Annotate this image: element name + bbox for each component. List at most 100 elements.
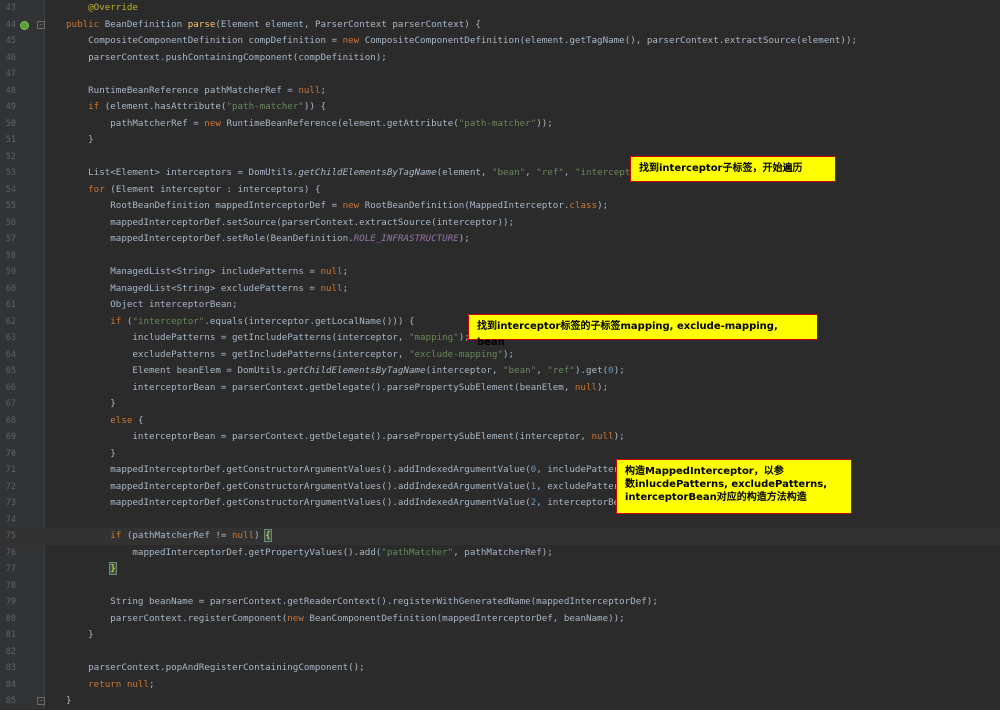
code-text: RuntimeBeanReference pathMatcherRef = nu… [66, 84, 327, 96]
line-number: 73 [5, 498, 16, 508]
line-number: 75 [5, 531, 16, 541]
code-text: parserContext.pushContainingComponent(co… [66, 51, 387, 63]
annotation-constructor: 构造MappedInterceptor，以参 数inlucdePatterns,… [616, 459, 852, 514]
code-text: mappedInterceptorDef.getPropertyValues()… [66, 546, 553, 558]
code-text: } [66, 629, 94, 640]
line-number: 56 [5, 217, 16, 228]
code-text: for (Element interceptor : interceptors)… [88, 183, 321, 195]
line-number: 79 [5, 597, 16, 607]
line-number: 78 [5, 580, 16, 591]
code-line[interactable]: 59 ManagedList<String> includePatterns =… [0, 264, 1000, 281]
code-text: mappedInterceptorDef.getConstructorArgum… [66, 497, 642, 508]
code-line[interactable]: 49 if (element.hasAttribute("path-matche… [0, 99, 1000, 116]
code-text: public BeanDefinition parse(Element elem… [66, 18, 481, 30]
code-line[interactable]: 82 [0, 644, 1000, 661]
line-number: 84 [5, 679, 16, 690]
code-line[interactable]: 77 } [0, 561, 1000, 578]
code-line[interactable]: 80 parserContext.registerComponent(new B… [0, 611, 1000, 628]
line-number: 74 [5, 514, 16, 525]
line-number: 71 [5, 465, 16, 475]
line-number: 59 [5, 267, 16, 277]
fold-toggle-icon[interactable]: − [37, 20, 45, 29]
line-number: 66 [5, 382, 16, 393]
code-line[interactable]: 66 interceptorBean = parserContext.getDe… [0, 380, 1000, 397]
code-line[interactable]: 55 RootBeanDefinition mappedInterceptorD… [0, 198, 1000, 215]
code-line[interactable]: 75 if (pathMatcherRef != null) { [0, 528, 1000, 545]
code-text: } [66, 447, 116, 459]
line-number: 49 [5, 102, 16, 112]
code-line[interactable]: 67 } [0, 396, 1000, 413]
code-line[interactable]: 85 −} [0, 693, 1000, 710]
code-line[interactable]: 44 − public BeanDefinition parse(Element e… [0, 17, 1000, 34]
annotation-text-line1: 构造MappedInterceptor，以参 [625, 466, 784, 477]
code-text: mappedInterceptorDef.setRole(BeanDefinit… [66, 233, 470, 244]
line-number: 63 [5, 333, 16, 343]
line-number: 54 [5, 184, 16, 195]
line-number: 55 [5, 201, 16, 211]
line-number: 57 [5, 234, 16, 244]
code-line[interactable]: 52 [0, 149, 1000, 166]
code-line[interactable]: 47 [0, 66, 1000, 83]
line-number: 47 [5, 69, 16, 79]
code-line[interactable]: 57 mappedInterceptorDef.setRole(BeanDefi… [0, 231, 1000, 248]
code-line[interactable]: 83 parserContext.popAndRegisterContainin… [0, 660, 1000, 677]
code-text: if (element.hasAttribute("path-matcher")… [88, 101, 327, 112]
line-number: 82 [5, 646, 16, 657]
fold-toggle-icon[interactable]: − [37, 697, 45, 705]
code-line[interactable]: 79 String beanName = parserContext.getRe… [0, 594, 1000, 611]
code-text: includePatterns = getIncludePatterns(int… [66, 332, 470, 343]
code-line[interactable]: 56 mappedInterceptorDef.setSource(parser… [0, 215, 1000, 232]
line-number: 60 [5, 283, 16, 294]
line-number: 68 [5, 415, 16, 426]
code-text: else { [110, 414, 144, 426]
code-editor[interactable]: 43 @Override 44 − public BeanDefinition par… [0, 0, 1000, 709]
code-text: ManagedList<String> includePatterns = nu… [66, 266, 349, 277]
code-text: if (pathMatcherRef != null) { [110, 529, 272, 542]
line-number: 46 [5, 52, 16, 63]
code-line[interactable]: 45 CompositeComponentDefinition compDefi… [0, 33, 1000, 50]
code-line[interactable]: 84 return null; [0, 677, 1000, 694]
line-number: 70 [5, 448, 16, 459]
code-text: interceptorBean = parserContext.getDeleg… [66, 431, 625, 442]
code-text: String beanName = parserContext.getReade… [66, 596, 658, 607]
code-text: RootBeanDefinition mappedInterceptorDef … [66, 200, 609, 211]
code-text: mappedInterceptorDef.getConstructorArgum… [66, 464, 642, 475]
line-number: 81 [5, 630, 16, 640]
code-line[interactable]: 53 List<Element> interceptors = DomUtils… [0, 165, 1000, 182]
line-number: 58 [5, 250, 16, 261]
code-line[interactable]: 58 [0, 248, 1000, 265]
code-line[interactable]: 46 parserContext.pushContainingComponent… [0, 50, 1000, 67]
line-number: 43 [5, 3, 16, 13]
code-text: if ("interceptor".equals(interceptor.get… [110, 315, 415, 327]
code-text: } [66, 695, 72, 706]
code-text: pathMatcherRef = new RuntimeBeanReferenc… [66, 117, 553, 129]
line-number: 77 [5, 564, 16, 574]
code-line[interactable]: 51 } [0, 132, 1000, 149]
line-number: 64 [5, 349, 16, 360]
code-text: Element beanElem = DomUtils.getChildElem… [66, 365, 625, 376]
code-line[interactable]: 48 RuntimeBeanReference pathMatcherRef =… [0, 83, 1000, 100]
code-line[interactable]: 60 ManagedList<String> excludePatterns =… [0, 281, 1000, 298]
code-line[interactable]: 78 [0, 578, 1000, 595]
code-line[interactable]: 68 else { [0, 413, 1000, 430]
line-number: 80 [5, 613, 16, 624]
code-text: excludePatterns = getIncludePatterns(int… [66, 348, 515, 360]
line-number: 85 [5, 696, 16, 706]
code-text: interceptorBean = parserContext.getDeleg… [66, 381, 609, 393]
code-line[interactable]: 43 @Override [0, 0, 1000, 17]
code-line[interactable]: 65 Element beanElem = DomUtils.getChildE… [0, 363, 1000, 380]
code-line[interactable]: 61 Object interceptorBean; [0, 297, 1000, 314]
code-line[interactable]: 81 } [0, 627, 1000, 644]
code-text: parserContext.popAndRegisterContainingCo… [66, 662, 365, 673]
annotation-interceptor-loop: 找到interceptor子标签，开始遍历 [630, 156, 836, 182]
code-line[interactable]: 54 for (Element interceptor : intercepto… [0, 182, 1000, 199]
code-text: Object interceptorBean; [66, 299, 238, 310]
code-line[interactable]: 50 pathMatcherRef = new RuntimeBeanRefer… [0, 116, 1000, 133]
code-text: mappedInterceptorDef.getConstructorArgum… [66, 480, 642, 492]
line-number: 50 [5, 118, 16, 129]
line-number: 48 [5, 85, 16, 96]
code-line[interactable]: 69 interceptorBean = parserContext.getDe… [0, 429, 1000, 446]
override-marker-icon[interactable] [20, 20, 29, 30]
annotation-child-tags: 找到interceptor标签的子标签mapping, exclude-mapp… [468, 314, 818, 348]
code-line[interactable]: 76 mappedInterceptorDef.getPropertyValue… [0, 545, 1000, 562]
